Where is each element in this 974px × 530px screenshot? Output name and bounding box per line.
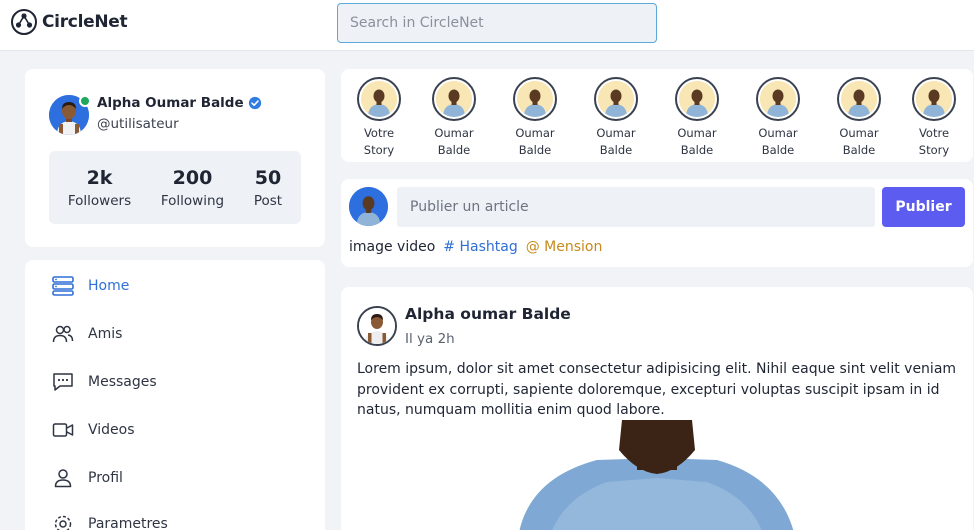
person-illustration-icon — [679, 81, 715, 117]
stat-value: 50 — [254, 166, 282, 189]
sidebar-item-label: Amis — [88, 326, 123, 342]
user-icon — [54, 469, 72, 488]
app-name: CircleNet — [42, 12, 128, 32]
profile-name[interactable]: Alpha Oumar Balde — [97, 95, 262, 111]
stat-posts[interactable]: 50 Post — [254, 167, 282, 209]
story-avatar — [432, 77, 476, 121]
sidebar-item-amis[interactable]: Amis — [52, 324, 122, 344]
media-option[interactable]: image video — [349, 239, 435, 255]
composer-tools: image video # Hashtag @ Mension — [349, 239, 602, 255]
story-avatar — [756, 77, 800, 121]
person-illustration-icon — [359, 308, 395, 344]
post-photo-illustration — [357, 420, 957, 530]
profile-name-text: Alpha Oumar Balde — [97, 95, 244, 111]
sidebar-item-label: Messages — [88, 374, 157, 390]
settings-icon — [54, 515, 72, 530]
story-item[interactable]: Votre Story — [904, 77, 964, 159]
sidebar-nav: Home Amis Messages Videos Profil Paramet… — [25, 260, 325, 530]
person-illustration-icon — [760, 81, 796, 117]
story-item[interactable]: Oumar Balde — [829, 77, 889, 159]
post-image[interactable] — [357, 420, 957, 530]
circlenet-logo-icon — [11, 9, 37, 35]
story-item[interactable]: Oumar Balde — [424, 77, 484, 159]
stat-value: 200 — [172, 166, 213, 189]
sidebar-item-home[interactable]: Home — [52, 276, 129, 296]
story-avatar — [357, 77, 401, 121]
sidebar-item-label: Parametres — [88, 516, 168, 530]
sidebar-item-label: Videos — [88, 422, 135, 438]
stat-label: Following — [160, 192, 225, 209]
stat-label: Followers — [67, 192, 132, 209]
story-item[interactable]: Oumar Balde — [667, 77, 727, 159]
story-label: Votre Story — [363, 126, 395, 157]
person-illustration-icon — [598, 81, 634, 117]
search-input[interactable] — [338, 4, 656, 42]
sidebar-item-parametres[interactable]: Parametres — [52, 514, 168, 530]
friends-icon — [52, 325, 74, 343]
story-label: Oumar Balde — [434, 126, 474, 157]
story-avatar — [675, 77, 719, 121]
story-avatar — [837, 77, 881, 121]
stories-bar: Votre Story Oumar Balde Oumar Balde Oumar Ba… — [341, 69, 973, 162]
verified-badge-icon — [248, 96, 261, 110]
messages-icon — [53, 373, 73, 391]
sidebar-item-label: Profil — [88, 470, 123, 486]
story-item[interactable]: Votre Story — [349, 77, 409, 159]
story-label: Votre Story — [918, 126, 950, 157]
stat-value: 2k — [86, 166, 113, 189]
avatar[interactable] — [357, 306, 397, 346]
home-icon — [52, 276, 74, 296]
story-item[interactable]: Oumar Balde — [505, 77, 565, 159]
avatar[interactable] — [349, 187, 388, 226]
stat-label: Post — [253, 192, 283, 209]
post-author[interactable]: Alpha oumar Balde — [405, 305, 571, 323]
story-avatar — [594, 77, 638, 121]
logo[interactable]: CircleNet — [10, 8, 128, 36]
story-label: Oumar Balde — [515, 126, 555, 157]
publish-button[interactable]: Publier — [882, 187, 965, 227]
person-illustration-icon — [517, 81, 553, 117]
post-text: Lorem ipsum, dolor sit amet consectetur … — [357, 361, 957, 418]
person-illustration-icon — [436, 81, 472, 117]
stat-following[interactable]: 200 Following — [161, 167, 224, 209]
post-composer: Publier image video # Hashtag @ Mension — [341, 179, 973, 267]
person-illustration-icon — [361, 81, 397, 117]
sidebar-item-profil[interactable]: Profil — [52, 468, 123, 488]
sidebar-item-videos[interactable]: Videos — [52, 420, 135, 440]
search-box — [337, 3, 657, 43]
video-icon — [52, 423, 74, 437]
profile-handle: @utilisateur — [97, 116, 179, 132]
post-input[interactable] — [397, 187, 875, 227]
online-status-dot — [79, 95, 91, 107]
mention-option[interactable]: @ Mension — [526, 239, 603, 255]
story-label: Oumar Balde — [758, 126, 798, 157]
story-item[interactable]: Oumar Balde — [748, 77, 808, 159]
sidebar-item-messages[interactable]: Messages — [52, 372, 157, 392]
stat-followers[interactable]: 2k Followers — [68, 167, 131, 209]
person-illustration-icon — [349, 187, 388, 226]
post-timestamp: Il ya 2h — [405, 331, 455, 347]
post-card: Alpha oumar Balde Il ya 2h Lorem ipsum, … — [341, 287, 973, 530]
story-avatar — [513, 77, 557, 121]
story-avatar — [912, 77, 956, 121]
top-bar: CircleNet — [0, 0, 974, 51]
profile-card: Alpha Oumar Balde @utilisateur 2k Follow… — [25, 69, 325, 247]
story-label: Oumar Balde — [839, 126, 879, 157]
sidebar-item-label: Home — [88, 278, 130, 294]
story-item[interactable]: Oumar Balde — [586, 77, 646, 159]
hashtag-option[interactable]: # Hashtag — [443, 239, 517, 255]
story-label: Oumar Balde — [677, 126, 717, 157]
person-illustration-icon — [916, 81, 952, 117]
profile-stats: 2k Followers 200 Following 50 Post — [49, 151, 301, 224]
story-label: Oumar Balde — [596, 126, 636, 157]
person-illustration-icon — [841, 81, 877, 117]
